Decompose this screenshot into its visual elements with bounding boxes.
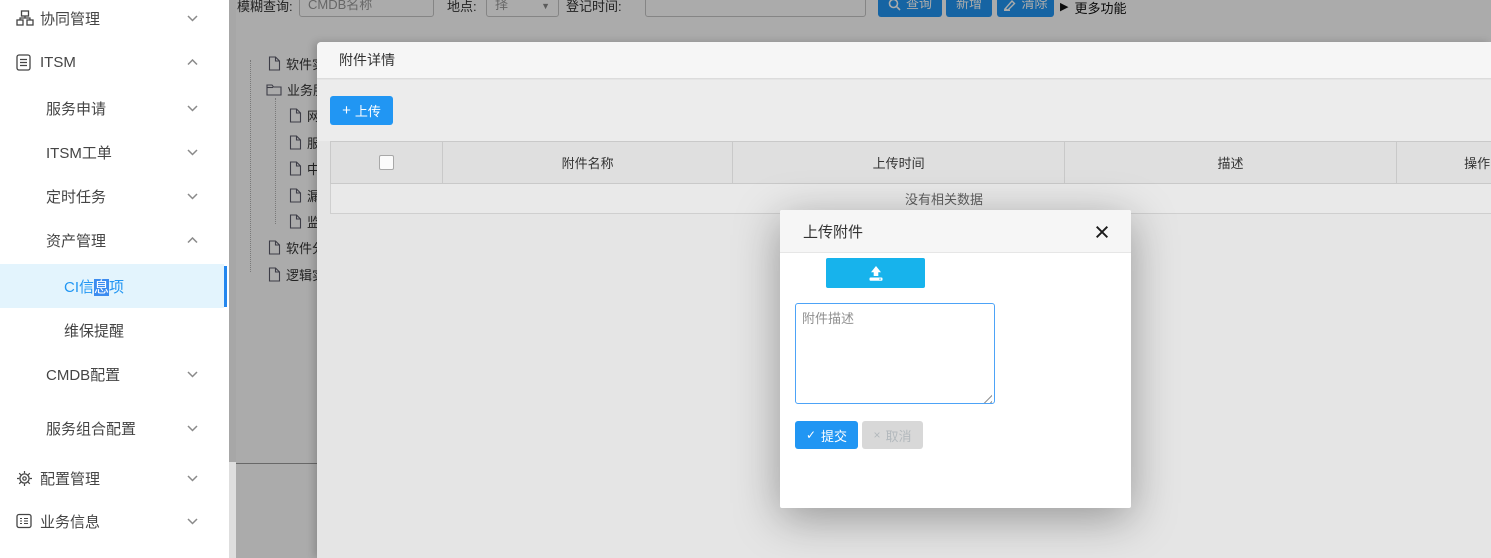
sidebar-item-label: 维保提醒: [64, 320, 124, 341]
upload-button[interactable]: + 上传: [330, 96, 393, 125]
file-upload-button[interactable]: [826, 258, 925, 288]
sidebar: 协同管理 ITSM 服务申请 ITSM工单 定时任务 资产管理 CI信息项: [0, 0, 236, 558]
sidebar-item-label: 服务申请: [46, 98, 106, 119]
table-header-checkbox-cell: [331, 142, 443, 183]
chevron-up-icon: [187, 237, 198, 244]
sidebar-item-maintenance-reminder[interactable]: 维保提醒: [0, 308, 224, 352]
sidebar-item-cmdb-config[interactable]: CMDB配置: [0, 352, 224, 396]
chevron-down-icon: [187, 371, 198, 378]
sidebar-item-label: CMDB配置: [46, 364, 120, 385]
sidebar-item-service-request[interactable]: 服务申请: [0, 86, 224, 130]
submit-button-label: 提交: [821, 426, 847, 445]
close-icon[interactable]: ×: [1087, 215, 1117, 249]
table-header-action: 操作: [1397, 142, 1491, 183]
sidebar-item-label: ITSM: [40, 54, 76, 71]
chevron-down-icon: [187, 105, 198, 112]
sidebar-item-itsm-ticket[interactable]: ITSM工单: [0, 130, 224, 174]
chevron-down-icon: [187, 15, 198, 22]
attachments-table: 附件名称 上传时间 描述 操作 没有相关数据: [330, 141, 1491, 214]
check-icon: ✓: [806, 428, 816, 442]
attachment-description-textarea[interactable]: [795, 303, 995, 404]
empty-data-text: 没有相关数据: [905, 189, 983, 208]
sidebar-item-label: 业务信息: [40, 511, 100, 532]
sidebar-item-label: 配置管理: [40, 468, 100, 489]
sidebar-item-asset-management[interactable]: 资产管理: [0, 218, 224, 262]
panel-toolbar: + 上传: [317, 80, 1491, 141]
sidebar-item-itsm[interactable]: ITSM: [0, 40, 224, 84]
upload-icon: [866, 265, 886, 282]
table-header-row: 附件名称 上传时间 描述 操作: [330, 141, 1491, 184]
sidebar-item-label: 定时任务: [46, 186, 106, 207]
document-list-icon: [16, 54, 36, 71]
sidebar-item-ci-info[interactable]: CI信息项: [0, 264, 224, 308]
table-header-name: 附件名称: [443, 142, 734, 183]
cancel-button[interactable]: × 取消: [862, 421, 923, 449]
upload-attachment-modal: 上传附件 × ✓ 提交 × 取消: [780, 210, 1131, 508]
select-all-checkbox[interactable]: [379, 155, 394, 170]
sidebar-item-label: 协同管理: [40, 8, 100, 29]
table-header-description: 描述: [1065, 142, 1397, 183]
active-item-indicator: [224, 266, 227, 307]
sidebar-item-service-combo-config[interactable]: 服务组合配置: [0, 406, 224, 450]
table-header-upload-time: 上传时间: [733, 142, 1064, 183]
sidebar-item-label: 服务组合配置: [46, 418, 136, 439]
sidebar-item-label: 资产管理: [46, 230, 106, 251]
panel-title: 附件详情: [339, 50, 395, 70]
panel-header: 附件详情: [317, 42, 1491, 79]
plus-icon: +: [342, 103, 351, 118]
modal-title: 上传附件: [803, 221, 863, 242]
chevron-down-icon: [187, 518, 198, 525]
sidebar-item-label: CI信息项: [64, 276, 124, 297]
gear-icon: [16, 470, 36, 487]
submit-button[interactable]: ✓ 提交: [795, 421, 858, 449]
sidebar-item-scheduled-tasks[interactable]: 定时任务: [0, 174, 224, 218]
sitemap-icon: [16, 10, 36, 26]
modal-header: 上传附件: [780, 210, 1131, 253]
sidebar-item-label: ITSM工单: [46, 142, 112, 163]
chevron-down-icon: [187, 425, 198, 432]
app: 模糊查询: CMDB名称 地点: 请选择 ▼ 登记时间: 查询 新增 清除 ▶ …: [0, 0, 1491, 558]
chevron-down-icon: [187, 193, 198, 200]
sidebar-scrollbar-thumb[interactable]: [229, 0, 236, 462]
chevron-down-icon: [187, 475, 198, 482]
chevron-down-icon: [187, 149, 198, 156]
form-icon: [16, 513, 36, 529]
sidebar-item-collaboration[interactable]: 协同管理: [0, 0, 224, 40]
cross-icon: ×: [873, 428, 880, 442]
sidebar-item-business-info[interactable]: 业务信息: [0, 499, 224, 543]
text-selection: 息: [94, 279, 109, 296]
upload-button-label: 上传: [355, 101, 381, 120]
chevron-up-icon: [187, 59, 198, 66]
sidebar-item-config-management[interactable]: 配置管理: [0, 456, 224, 500]
cancel-button-label: 取消: [886, 426, 912, 445]
